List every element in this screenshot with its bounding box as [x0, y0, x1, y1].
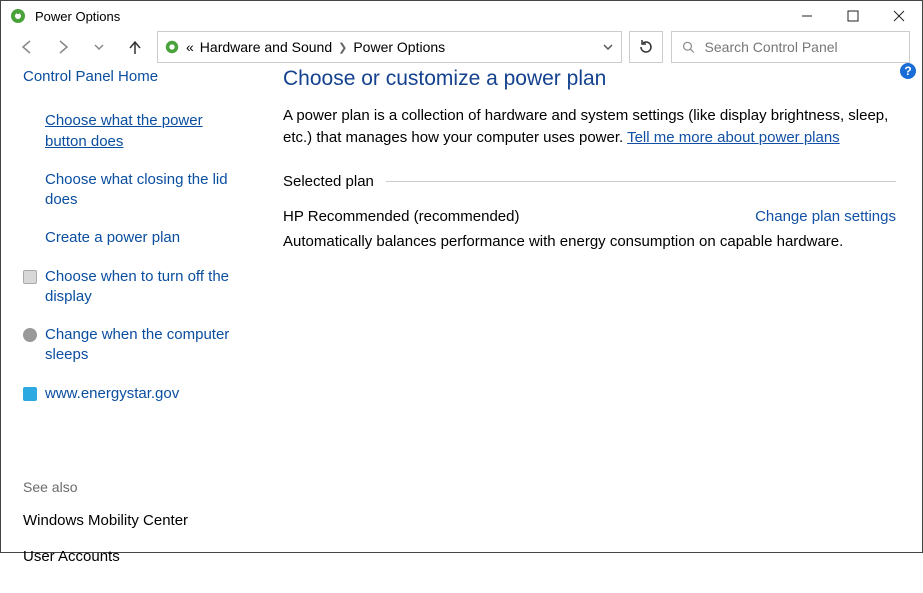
change-plan-settings-link[interactable]: Change plan settings: [755, 208, 896, 225]
recent-dropdown[interactable]: [85, 33, 113, 61]
plan-row: HP Recommended (recommended) Change plan…: [283, 208, 896, 225]
see-also-label: See also: [23, 478, 243, 497]
selected-plan-section: Selected plan: [283, 173, 896, 190]
help-icon[interactable]: ?: [900, 63, 916, 79]
window-title: Power Options: [35, 9, 120, 24]
maximize-button[interactable]: [830, 1, 876, 31]
sidebar-item-closing-lid[interactable]: Choose what closing the lid does: [23, 170, 243, 211]
address-icon: [164, 39, 180, 55]
sidebar-item-label: www.energystar.gov: [45, 384, 179, 404]
search-input[interactable]: [705, 39, 899, 55]
minimize-button[interactable]: [784, 1, 830, 31]
refresh-button[interactable]: [629, 31, 663, 63]
breadcrumb-separator: ❯: [338, 41, 347, 54]
plan-name: HP Recommended (recommended): [283, 208, 520, 225]
search-box[interactable]: [671, 31, 910, 63]
sidebar-item-turn-off-display[interactable]: Choose when to turn off the display: [23, 267, 243, 308]
body: Control Panel Home Choose what the power…: [1, 63, 922, 593]
breadcrumb-item-1[interactable]: Power Options: [353, 39, 445, 55]
sidebar-item-label: Choose what closing the lid does: [45, 170, 243, 211]
titlebar: Power Options: [1, 1, 922, 31]
sidebar-item-label: Change when the computer sleeps: [45, 325, 243, 366]
page-heading: Choose or customize a power plan: [283, 67, 896, 91]
sidebar-item-energystar[interactable]: www.energystar.gov: [23, 384, 243, 404]
main-content: Choose or customize a power plan A power…: [283, 67, 900, 583]
address-dropdown[interactable]: [601, 39, 615, 55]
see-also-mobility-center[interactable]: Windows Mobility Center: [23, 511, 243, 531]
address-bar[interactable]: « Hardware and Sound ❯ Power Options: [157, 31, 622, 63]
plan-description: Automatically balances performance with …: [283, 233, 896, 250]
search-icon: [682, 40, 695, 54]
forward-button[interactable]: [49, 33, 77, 61]
sidebar-item-label: Choose when to turn off the display: [45, 267, 243, 308]
sidebar-item-computer-sleeps[interactable]: Change when the computer sleeps: [23, 325, 243, 366]
breadcrumb-prefix: «: [186, 39, 194, 55]
moon-icon: [23, 328, 37, 342]
close-button[interactable]: [876, 1, 922, 31]
breadcrumb-item-0[interactable]: Hardware and Sound: [200, 39, 332, 55]
selected-plan-label: Selected plan: [283, 173, 374, 190]
back-button[interactable]: [13, 33, 41, 61]
monitor-icon: [23, 270, 37, 284]
see-also-user-accounts[interactable]: User Accounts: [23, 547, 243, 567]
sidebar-item-label: Create a power plan: [45, 228, 180, 248]
sidebar-item-power-button[interactable]: Choose what the power button does: [23, 111, 243, 152]
sidebar: Control Panel Home Choose what the power…: [23, 67, 243, 583]
sidebar-item-create-plan[interactable]: Create a power plan: [23, 228, 243, 248]
divider: [386, 181, 896, 182]
learn-more-link[interactable]: Tell me more about power plans: [627, 129, 840, 146]
nav-row: « Hardware and Sound ❯ Power Options: [1, 31, 922, 63]
energystar-icon: [23, 387, 37, 401]
page-description: A power plan is a collection of hardware…: [283, 105, 896, 149]
app-icon: [9, 7, 27, 25]
sidebar-item-label: Choose what the power button does: [45, 111, 243, 152]
control-panel-home-link[interactable]: Control Panel Home: [23, 67, 243, 87]
up-button[interactable]: [121, 33, 149, 61]
